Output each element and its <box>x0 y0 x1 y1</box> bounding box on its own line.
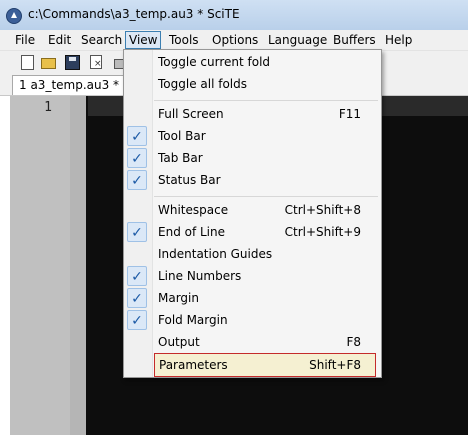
menu-buffers[interactable]: Buffers <box>330 32 379 48</box>
fold-margin[interactable] <box>70 96 86 435</box>
menu-shortcut: Ctrl+Shift+8 <box>284 203 361 217</box>
tab-a3-temp[interactable]: 1 a3_temp.au3 * <box>12 75 127 95</box>
menu-label: Line Numbers <box>158 269 242 283</box>
menu-label: Output <box>158 335 200 349</box>
menu-separator <box>154 196 378 197</box>
menu-toggle-current-fold[interactable]: Toggle current fold <box>124 51 379 73</box>
check-icon: ✓ <box>127 126 147 146</box>
menu-label: Tool Bar <box>158 129 206 143</box>
menu-label: End of Line <box>158 225 226 239</box>
check-icon: ✓ <box>127 170 147 190</box>
scite-app-icon[interactable] <box>6 8 22 24</box>
view-menu-dropdown: Toggle current fold Toggle all folds Ful… <box>123 49 382 378</box>
menu-options[interactable]: Options <box>209 32 261 48</box>
check-icon: ✓ <box>127 266 147 286</box>
open-icon[interactable] <box>40 54 56 70</box>
menu-label: Toggle all folds <box>158 77 248 91</box>
check-icon: ✓ <box>127 222 147 242</box>
menu-label: Status Bar <box>158 173 221 187</box>
line-number-margin <box>10 96 70 435</box>
title-bar: c:\Commands\a3_temp.au3 * SciTE <box>0 0 468 30</box>
menu-file[interactable]: File <box>12 32 38 48</box>
menu-indentation-guides[interactable]: Indentation Guides <box>124 243 379 265</box>
window-title: c:\Commands\a3_temp.au3 * SciTE <box>28 7 240 21</box>
menu-margin[interactable]: ✓ Margin <box>124 287 379 309</box>
menu-label: Margin <box>158 291 199 305</box>
menu-label: Toggle current fold <box>158 55 271 69</box>
menu-label: Full Screen <box>158 107 224 121</box>
menu-shortcut: Shift+F8 <box>309 358 361 372</box>
menu-shortcut: F11 <box>338 107 361 121</box>
menu-tools[interactable]: Tools <box>166 32 202 48</box>
menu-view[interactable]: View <box>125 31 162 49</box>
menu-tool-bar[interactable]: ✓ Tool Bar <box>124 125 379 147</box>
check-icon: ✓ <box>127 310 147 330</box>
save-icon[interactable] <box>64 54 80 70</box>
menu-search[interactable]: Search <box>78 32 125 48</box>
check-icon: ✓ <box>127 148 147 168</box>
menu-status-bar[interactable]: ✓ Status Bar <box>124 169 379 191</box>
editor-left-edge <box>0 96 10 435</box>
menu-label: Whitespace <box>158 203 229 217</box>
line-number: 1 <box>44 100 52 115</box>
menu-label: Fold Margin <box>158 313 228 327</box>
menu-edit[interactable]: Edit <box>45 32 74 48</box>
check-icon: ✓ <box>127 288 147 308</box>
new-icon[interactable] <box>19 54 35 70</box>
menu-shortcut: F8 <box>346 335 361 349</box>
menu-separator <box>154 100 378 101</box>
menu-fold-margin[interactable]: ✓ Fold Margin <box>124 309 379 331</box>
menu-shortcut: Ctrl+Shift+9 <box>284 225 361 239</box>
menu-label: Tab Bar <box>158 151 203 165</box>
menu-full-screen[interactable]: Full Screen F11 <box>124 103 379 125</box>
menu-label: Parameters <box>159 358 228 372</box>
menu-help[interactable]: Help <box>382 32 415 48</box>
menu-tab-bar[interactable]: ✓ Tab Bar <box>124 147 379 169</box>
menu-output[interactable]: Output F8 <box>124 331 379 353</box>
close-file-icon[interactable]: × <box>88 54 104 70</box>
menu-bar: File Edit Search View Tools Options Lang… <box>0 30 468 51</box>
menu-toggle-all-folds[interactable]: Toggle all folds <box>124 73 379 95</box>
menu-whitespace[interactable]: Whitespace Ctrl+Shift+8 <box>124 199 379 221</box>
menu-end-of-line[interactable]: ✓ End of Line Ctrl+Shift+9 <box>124 221 379 243</box>
menu-line-numbers[interactable]: ✓ Line Numbers <box>124 265 379 287</box>
menu-language[interactable]: Language <box>265 32 330 48</box>
menu-label: Indentation Guides <box>158 247 273 261</box>
menu-parameters[interactable]: Parameters Shift+F8 <box>154 353 376 377</box>
